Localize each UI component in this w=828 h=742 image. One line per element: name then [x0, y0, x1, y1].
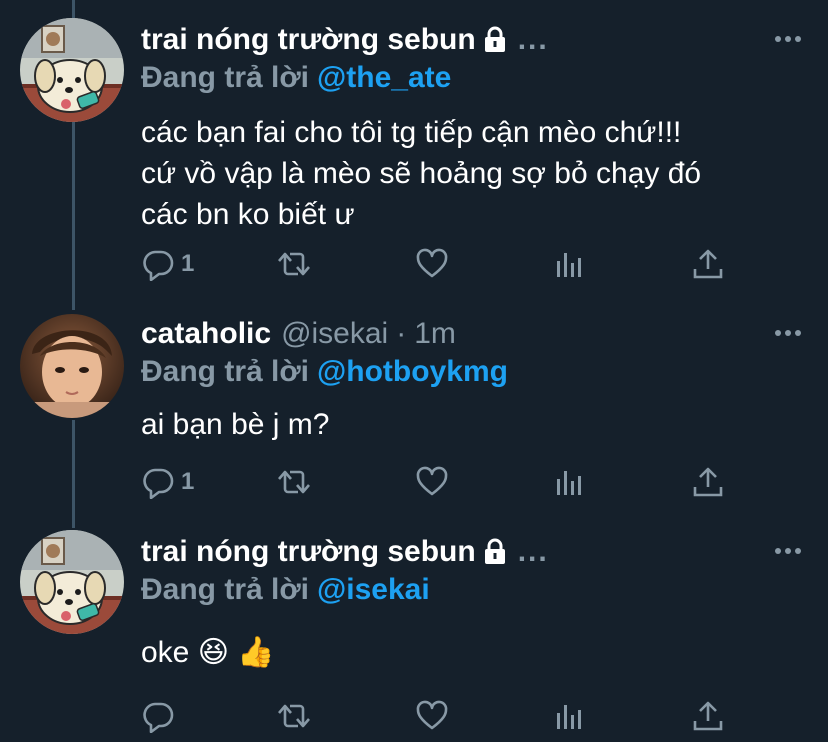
share-icon: [693, 701, 723, 731]
display-name[interactable]: cataholic: [141, 317, 271, 351]
replying-to: Đang trả lời @hotboykmg: [141, 352, 508, 392]
tweet[interactable]: trai nóng trường sebun ... Đang trả lời …: [0, 0, 828, 300]
share-button[interactable]: [691, 246, 725, 282]
separator-dot: ·: [396, 317, 407, 350]
like-icon: [416, 466, 448, 496]
tweet-header: cataholic @isekai · 1m: [141, 314, 456, 354]
replying-to: Đang trả lời @the_ate: [141, 58, 451, 98]
share-icon: [693, 249, 723, 279]
replying-to-handle[interactable]: @isekai: [317, 573, 430, 607]
analytics-button[interactable]: [553, 246, 587, 282]
retweet-button[interactable]: [277, 698, 311, 734]
avatar[interactable]: [20, 18, 124, 122]
tweet-text: oke 😆 👍: [141, 636, 275, 669]
more-icon[interactable]: [770, 24, 806, 54]
share-button[interactable]: [691, 698, 725, 734]
analytics-icon: [557, 253, 581, 277]
replying-to-handle[interactable]: @the_ate: [317, 61, 451, 95]
reply-count: 1: [181, 468, 195, 495]
avatar[interactable]: [20, 530, 124, 634]
header-ellipsis: ...: [517, 23, 549, 56]
retweet-icon: [278, 704, 310, 728]
reply-button[interactable]: [141, 698, 181, 734]
retweet-button[interactable]: [277, 246, 311, 282]
analytics-icon: [557, 471, 581, 495]
tweet-text: các bạn fai cho tôi tg tiếp cận mèo chứ!…: [141, 116, 702, 231]
tweet-header: trai nóng trường sebun ...: [141, 20, 549, 60]
reply-icon: [143, 468, 174, 499]
share-icon: [693, 467, 723, 497]
reply-count: 1: [181, 250, 195, 277]
analytics-button[interactable]: [553, 698, 587, 734]
replying-to: Đang trả lời @isekai: [141, 570, 430, 610]
tweet-text: ai bạn bè j m?: [141, 408, 330, 441]
share-button[interactable]: [691, 464, 725, 500]
retweet-button[interactable]: [277, 464, 311, 500]
tweet-actions: 1: [141, 464, 741, 500]
avatar[interactable]: [20, 314, 124, 418]
retweet-icon: [278, 470, 310, 494]
retweet-icon: [278, 252, 310, 276]
like-icon: [416, 700, 448, 730]
like-button[interactable]: [415, 246, 449, 282]
tweet[interactable]: trai nóng trường sebun ... Đang trả lời …: [0, 518, 828, 742]
dog-cartoon-avatar: [20, 18, 124, 122]
replying-to-label: Đang trả lời: [141, 355, 310, 388]
more-icon[interactable]: [770, 318, 806, 348]
lock-icon: [482, 25, 508, 55]
like-button[interactable]: [415, 464, 449, 500]
display-name[interactable]: trai nóng trường sebun: [141, 535, 476, 569]
reply-button[interactable]: 1: [141, 464, 194, 500]
more-icon[interactable]: [770, 536, 806, 566]
reply-button[interactable]: 1: [141, 246, 194, 282]
user-handle[interactable]: @isekai: [281, 317, 388, 351]
tweet-actions: [141, 698, 741, 734]
replying-to-label: Đang trả lời: [141, 573, 310, 606]
person-photo-avatar: [20, 314, 124, 418]
analytics-icon: [557, 705, 581, 729]
tweet-header: trai nóng trường sebun ...: [141, 532, 549, 572]
timestamp[interactable]: 1m: [414, 317, 456, 351]
replying-to-handle[interactable]: @hotboykmg: [317, 355, 508, 389]
like-button[interactable]: [415, 698, 449, 734]
lock-icon: [482, 537, 508, 567]
analytics-button[interactable]: [553, 464, 587, 500]
tweet[interactable]: cataholic @isekai · 1m Đang trả lời @hot…: [0, 300, 828, 518]
like-icon: [416, 248, 448, 278]
reply-icon: [143, 702, 174, 733]
reply-icon: [143, 250, 174, 281]
dog-cartoon-avatar: [20, 530, 124, 634]
replying-to-label: Đang trả lời: [141, 61, 310, 94]
display-name[interactable]: trai nóng trường sebun: [141, 23, 476, 57]
tweet-actions: 1: [141, 246, 741, 282]
header-ellipsis: ...: [517, 535, 549, 568]
